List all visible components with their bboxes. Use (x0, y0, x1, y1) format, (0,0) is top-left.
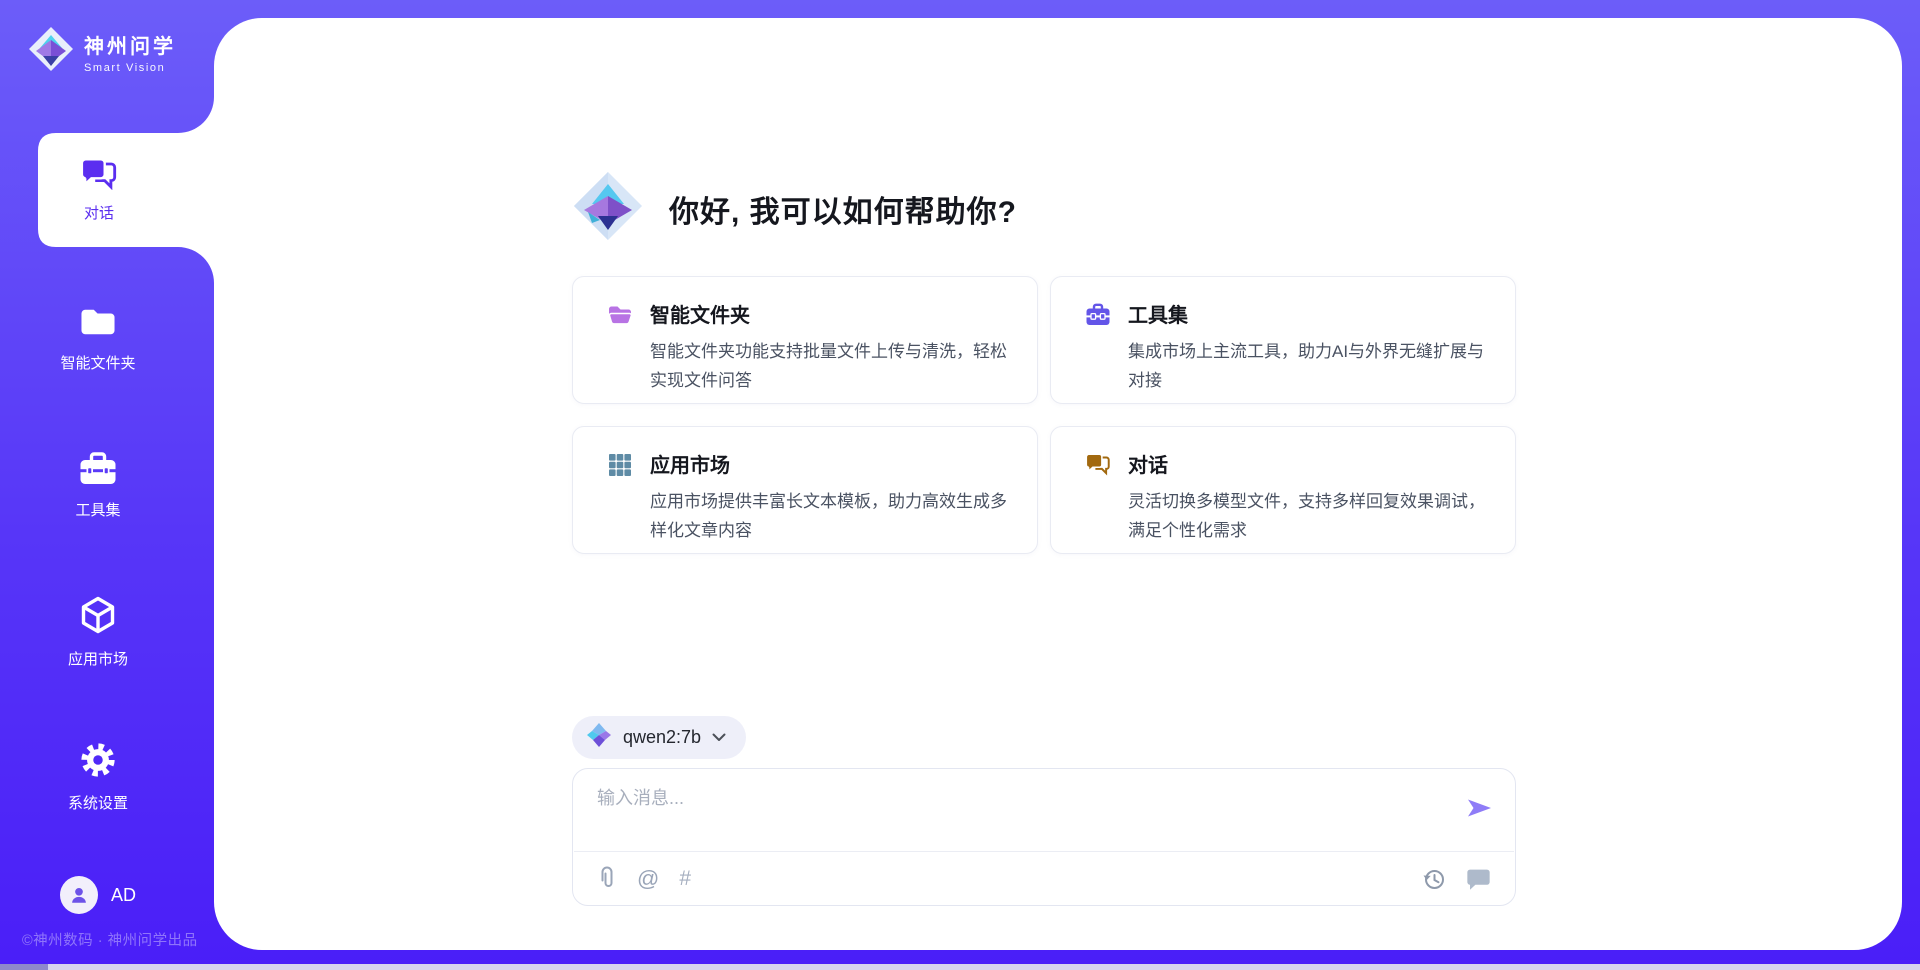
card-title: 应用市场 (650, 449, 1013, 478)
chat-bubbles-icon (1085, 452, 1111, 553)
toolbox-icon (1085, 302, 1111, 403)
person-avatar-icon (68, 884, 90, 906)
card-description: 集成市场上主流工具，助力AI与外界无缝扩展与对接 (1128, 337, 1491, 395)
sidebar-item-label: 工具集 (75, 499, 120, 520)
card-smart-folder[interactable]: 智能文件夹 智能文件夹功能支持批量文件上传与清洗，轻松实现文件问答 (572, 276, 1038, 404)
model-name: qwen2:7b (623, 727, 701, 748)
card-title: 工具集 (1128, 299, 1491, 328)
horizontal-scrollbar[interactable] (0, 964, 1920, 970)
send-plane-icon[interactable] (1465, 796, 1493, 820)
main-content-panel: 你好, 我可以如何帮助你? 智能文件夹 智能文件夹功能支持批量文件上传与清洗，轻… (214, 18, 1902, 950)
sidebar-item-settings[interactable]: 系统设置 (18, 741, 178, 813)
brand-text: 神州问学 Smart Vision (84, 30, 176, 74)
gem-diamond-icon (28, 26, 74, 77)
gear-icon (79, 741, 117, 783)
composer-left-icons: @ # (597, 866, 691, 892)
model-selector[interactable]: qwen2:7b (572, 716, 746, 759)
card-toolset[interactable]: 工具集 集成市场上主流工具，助力AI与外界无缝扩展与对接 (1050, 276, 1516, 404)
hash-icon[interactable]: # (679, 867, 691, 891)
feature-cards: 智能文件夹 智能文件夹功能支持批量文件上传与清洗，轻松实现文件问答 工具集 集成… (572, 276, 1516, 554)
sidebar-item-toolset[interactable]: 工具集 (18, 452, 178, 520)
sidebar-item-label: 应用市场 (68, 648, 128, 669)
user-name: AD (111, 885, 136, 906)
avatar (60, 876, 98, 914)
folder-open-icon (607, 302, 633, 403)
card-chat[interactable]: 对话 灵活切换多模型文件，支持多样回复效果调试，满足个性化需求 (1050, 426, 1516, 554)
composer-toolbar: @ # (597, 852, 1491, 906)
greeting-text: 你好, 我可以如何帮助你? (669, 187, 1017, 231)
grid-icon (607, 452, 633, 553)
chat-bubble-icon[interactable] (1466, 867, 1491, 891)
sidebar-item-label: 对话 (84, 202, 114, 223)
card-body: 智能文件夹 智能文件夹功能支持批量文件上传与清洗，轻松实现文件问答 (650, 299, 1013, 403)
card-body: 对话 灵活切换多模型文件，支持多样回复效果调试，满足个性化需求 (1128, 449, 1491, 553)
sidebar-item-label: 智能文件夹 (60, 352, 135, 373)
gem-diamond-icon (572, 170, 644, 247)
cube-icon (78, 595, 118, 639)
card-description: 智能文件夹功能支持批量文件上传与清洗，轻松实现文件问答 (650, 337, 1013, 395)
greeting-row: 你好, 我可以如何帮助你? (572, 170, 1017, 247)
gem-diamond-icon (586, 722, 612, 753)
user-profile[interactable]: AD (18, 876, 178, 914)
folder-icon (78, 305, 118, 343)
brand-name-en: Smart Vision (84, 62, 176, 74)
brand-logo: 神州问学 Smart Vision (28, 26, 176, 77)
history-icon[interactable] (1422, 867, 1446, 891)
at-sign-icon[interactable]: @ (637, 866, 659, 892)
message-input[interactable] (597, 784, 1437, 842)
sidebar-item-label: 系统设置 (68, 792, 128, 813)
sidebar-item-chat[interactable]: 对话 (38, 133, 160, 247)
scrollbar-thumb[interactable] (0, 964, 48, 970)
sidebar-item-app-market[interactable]: 应用市场 (18, 595, 178, 669)
toolbox-icon (78, 452, 118, 490)
paperclip-icon[interactable] (597, 866, 617, 892)
card-description: 应用市场提供丰富长文本模板，助力高效生成多样化文章内容 (650, 487, 1013, 545)
message-composer: @ # (572, 768, 1516, 906)
chevron-down-icon (712, 729, 726, 747)
card-description: 灵活切换多模型文件，支持多样回复效果调试，满足个性化需求 (1128, 487, 1491, 545)
card-title: 智能文件夹 (650, 299, 1013, 328)
card-title: 对话 (1128, 449, 1491, 478)
brand-name-cn: 神州问学 (84, 30, 176, 59)
sidebar-item-smart-folder[interactable]: 智能文件夹 (18, 305, 178, 373)
card-body: 应用市场 应用市场提供丰富长文本模板，助力高效生成多样化文章内容 (650, 449, 1013, 553)
card-body: 工具集 集成市场上主流工具，助力AI与外界无缝扩展与对接 (1128, 299, 1491, 403)
card-app-market[interactable]: 应用市场 应用市场提供丰富长文本模板，助力高效生成多样化文章内容 (572, 426, 1038, 554)
copyright-footer: ©神州数码 · 神州问学出品 (22, 929, 198, 950)
composer-right-icons (1422, 867, 1491, 891)
chat-bubbles-icon (80, 157, 118, 195)
